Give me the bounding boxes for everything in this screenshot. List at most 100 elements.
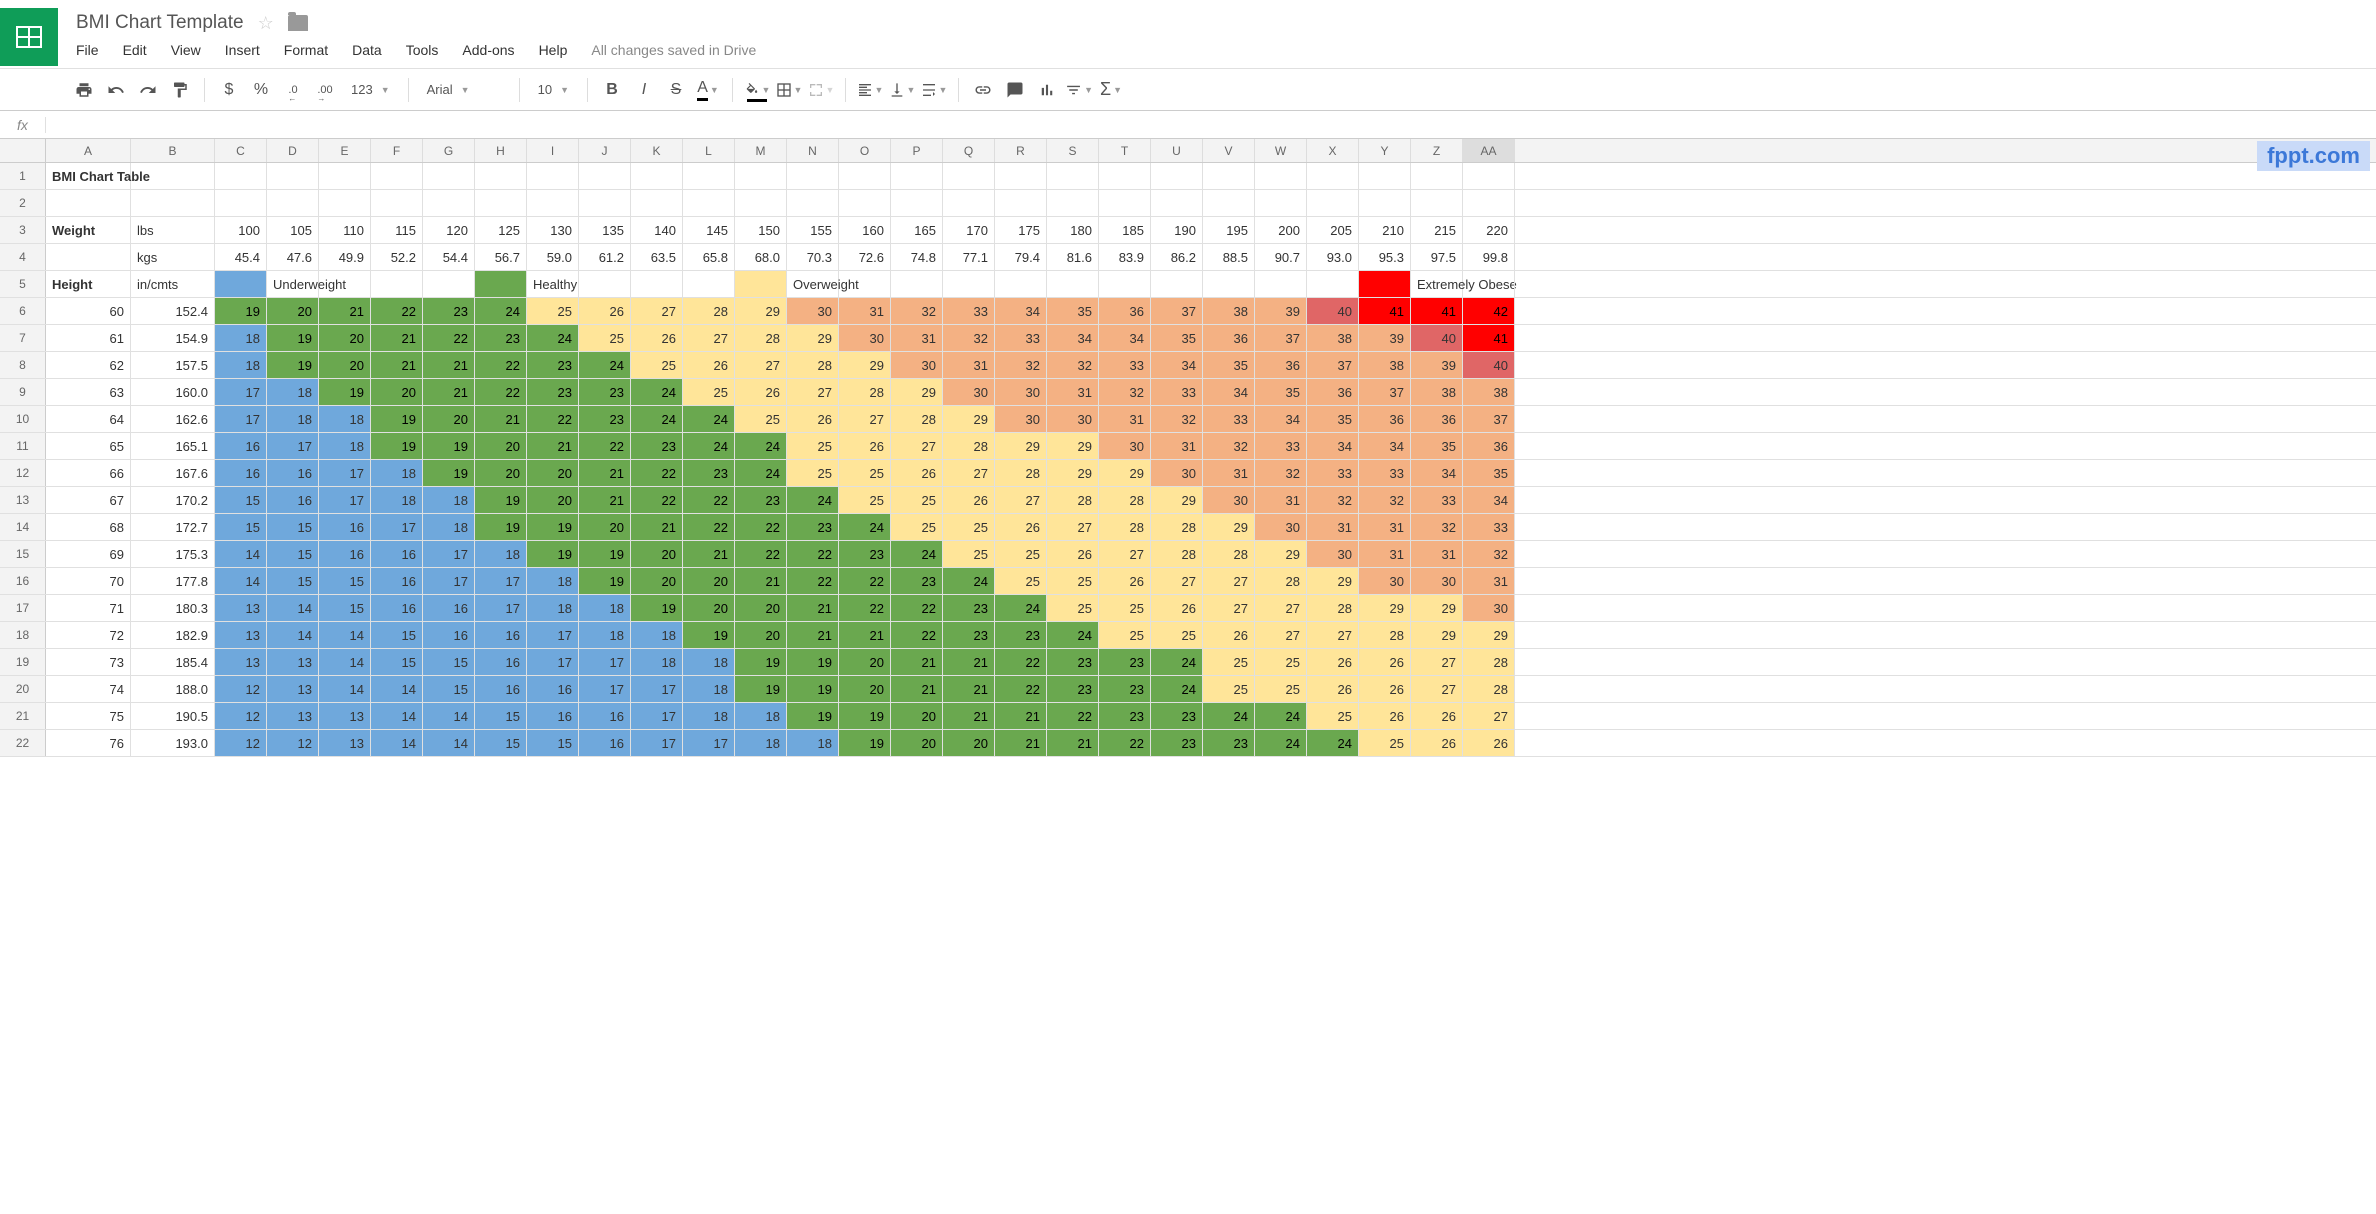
cell[interactable] bbox=[423, 271, 475, 297]
cell[interactable]: 26 bbox=[1307, 649, 1359, 675]
cell[interactable]: 20 bbox=[631, 568, 683, 594]
cell[interactable]: 140 bbox=[631, 217, 683, 243]
cell[interactable]: 18 bbox=[371, 460, 423, 486]
cell[interactable]: 18 bbox=[527, 568, 579, 594]
cell[interactable]: 19 bbox=[527, 514, 579, 540]
cell[interactable] bbox=[995, 271, 1047, 297]
cell[interactable] bbox=[371, 163, 423, 189]
cell[interactable]: 26 bbox=[1359, 703, 1411, 729]
cell[interactable]: 20 bbox=[891, 730, 943, 756]
cell[interactable]: 95.3 bbox=[1359, 244, 1411, 270]
cell[interactable] bbox=[423, 163, 475, 189]
cell[interactable]: 21 bbox=[319, 298, 371, 324]
column-header-U[interactable]: U bbox=[1151, 139, 1203, 162]
cell[interactable] bbox=[527, 190, 579, 216]
cell[interactable]: 24 bbox=[1151, 649, 1203, 675]
row-header-19[interactable]: 19 bbox=[0, 649, 46, 675]
cell[interactable]: 24 bbox=[1203, 703, 1255, 729]
cell[interactable]: 23 bbox=[891, 568, 943, 594]
cell[interactable]: 16 bbox=[579, 730, 631, 756]
cell[interactable]: 135 bbox=[579, 217, 631, 243]
cell[interactable]: 20 bbox=[423, 406, 475, 432]
cell[interactable]: 18 bbox=[631, 622, 683, 648]
cell[interactable]: 29 bbox=[1099, 460, 1151, 486]
cell[interactable]: 160 bbox=[839, 217, 891, 243]
cell[interactable]: 18 bbox=[735, 703, 787, 729]
cell[interactable]: 72 bbox=[46, 622, 131, 648]
cell[interactable]: Height bbox=[46, 271, 131, 297]
cell[interactable] bbox=[1463, 271, 1515, 297]
cell[interactable]: 33 bbox=[1307, 460, 1359, 486]
cell[interactable]: 25 bbox=[1307, 703, 1359, 729]
cell[interactable] bbox=[631, 190, 683, 216]
cell[interactable]: 172.7 bbox=[131, 514, 215, 540]
cell[interactable] bbox=[371, 190, 423, 216]
menu-format[interactable]: Format bbox=[284, 42, 328, 58]
cell[interactable]: 19 bbox=[215, 298, 267, 324]
cell[interactable]: 22 bbox=[787, 541, 839, 567]
cell[interactable]: 28 bbox=[995, 460, 1047, 486]
cell[interactable] bbox=[1099, 271, 1151, 297]
cell[interactable] bbox=[1359, 271, 1411, 297]
column-header-S[interactable]: S bbox=[1047, 139, 1099, 162]
column-header-H[interactable]: H bbox=[475, 139, 527, 162]
cell[interactable]: 15 bbox=[267, 541, 319, 567]
cell[interactable] bbox=[215, 163, 267, 189]
cell[interactable]: 29 bbox=[735, 298, 787, 324]
cell[interactable]: 17 bbox=[267, 433, 319, 459]
cell[interactable]: 13 bbox=[319, 730, 371, 756]
cell[interactable]: 29 bbox=[1047, 433, 1099, 459]
cell[interactable]: 16 bbox=[371, 568, 423, 594]
cell[interactable]: 26 bbox=[995, 514, 1047, 540]
cell[interactable]: 15 bbox=[475, 730, 527, 756]
cell[interactable] bbox=[475, 163, 527, 189]
cell[interactable]: 28 bbox=[683, 298, 735, 324]
cell[interactable] bbox=[683, 190, 735, 216]
column-header-L[interactable]: L bbox=[683, 139, 735, 162]
cell[interactable]: 31 bbox=[1151, 433, 1203, 459]
cell[interactable]: 20 bbox=[527, 487, 579, 513]
cell[interactable]: 18 bbox=[215, 325, 267, 351]
text-color-button[interactable]: A▼ bbox=[694, 76, 722, 104]
cell[interactable]: 28 bbox=[1463, 676, 1515, 702]
cell[interactable]: 34 bbox=[1255, 406, 1307, 432]
cell[interactable]: 24 bbox=[891, 541, 943, 567]
cell[interactable]: 15 bbox=[319, 568, 371, 594]
cell[interactable]: 90.7 bbox=[1255, 244, 1307, 270]
cell[interactable]: 23 bbox=[1099, 649, 1151, 675]
cell[interactable]: 25 bbox=[943, 541, 995, 567]
cell[interactable]: 23 bbox=[735, 487, 787, 513]
cell[interactable]: 157.5 bbox=[131, 352, 215, 378]
cell[interactable]: 18 bbox=[579, 622, 631, 648]
cell[interactable]: 68.0 bbox=[735, 244, 787, 270]
cell[interactable] bbox=[579, 190, 631, 216]
cell[interactable]: 19 bbox=[839, 703, 891, 729]
row-header-18[interactable]: 18 bbox=[0, 622, 46, 648]
cell[interactable]: 18 bbox=[371, 487, 423, 513]
cell[interactable]: 28 bbox=[891, 406, 943, 432]
cell[interactable]: 14 bbox=[423, 730, 475, 756]
cell[interactable]: 26 bbox=[1411, 730, 1463, 756]
cell[interactable]: 21 bbox=[787, 595, 839, 621]
cell[interactable]: 73 bbox=[46, 649, 131, 675]
cell[interactable] bbox=[995, 190, 1047, 216]
cell[interactable]: 21 bbox=[943, 703, 995, 729]
cell[interactable] bbox=[1203, 271, 1255, 297]
cell[interactable] bbox=[1255, 163, 1307, 189]
cell[interactable]: 26 bbox=[1307, 676, 1359, 702]
cell[interactable]: 167.6 bbox=[131, 460, 215, 486]
row-header-17[interactable]: 17 bbox=[0, 595, 46, 621]
cell[interactable]: 25 bbox=[1099, 595, 1151, 621]
cell[interactable]: 74 bbox=[46, 676, 131, 702]
cell[interactable] bbox=[131, 163, 215, 189]
cell[interactable]: 99.8 bbox=[1463, 244, 1515, 270]
cell[interactable]: 25 bbox=[839, 487, 891, 513]
cell[interactable]: 36 bbox=[1203, 325, 1255, 351]
column-header-D[interactable]: D bbox=[267, 139, 319, 162]
cell[interactable]: 29 bbox=[1411, 622, 1463, 648]
cell[interactable]: 62 bbox=[46, 352, 131, 378]
cell[interactable] bbox=[787, 163, 839, 189]
cell[interactable]: 34 bbox=[1359, 433, 1411, 459]
cell[interactable]: 54.4 bbox=[423, 244, 475, 270]
cell[interactable]: 33 bbox=[1359, 460, 1411, 486]
